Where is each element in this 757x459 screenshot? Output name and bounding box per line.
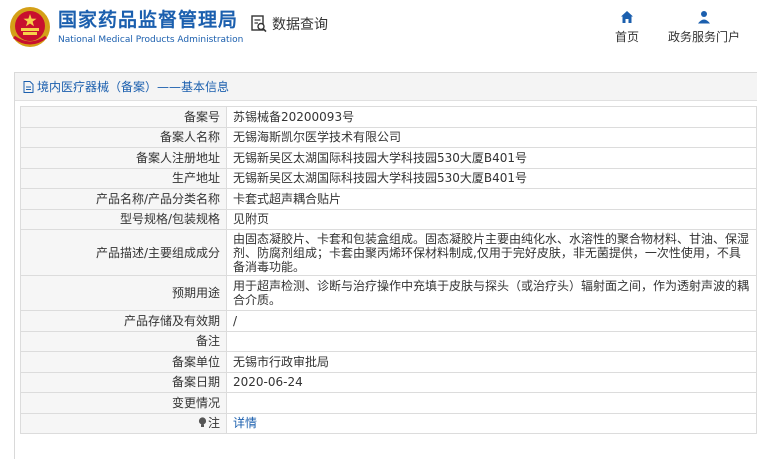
row-label: 备案日期 [20,371,227,393]
table-row: 型号规格/包装规格 见附页 [20,208,757,230]
table-row: 产品存储及有效期 / [20,310,757,332]
nav-service-portal[interactable]: 政务服务门户 [664,10,744,45]
row-label: 型号规格/包装规格 [20,208,227,230]
row-label: 生产地址 [20,167,227,189]
row-value [226,392,757,414]
row-value: 苏锡械备20200093号 [226,106,757,128]
user-icon [698,11,710,24]
row-value: 无锡海斯凯尔医学技术有限公司 [226,126,757,148]
data-query-label: 数据查询 [272,17,328,33]
row-label: 产品存储及有效期 [20,310,227,332]
row-value [226,330,757,352]
row-value: 由固态凝胶片、卡套和包装盒组成。固态凝胶片主要由纯化水、水溶性的聚合物材料、甘油… [226,229,757,276]
table-row: 生产地址 无锡新吴区太湖国际科技园大学科技园530大厦B401号 [20,167,757,189]
brand-title: 国家药品监督管理局 [58,9,239,31]
site-header: 国家药品监督管理局 National Medical Products Admi… [0,0,757,58]
table-row: 备案人名称 无锡海斯凯尔医学技术有限公司 [20,126,757,148]
note-value-cell: 详情 [226,412,757,434]
table-row: 备注 [20,330,757,352]
table-row: 变更情况 [20,392,757,414]
table-row: 产品名称/产品分类名称 卡套式超声耦合贴片 [20,188,757,210]
row-label: 备案人名称 [20,126,227,148]
table-row: 注 详情 [20,412,757,434]
table-row: 备案号 苏锡械备20200093号 [20,106,757,128]
row-label: 备案人注册地址 [20,147,227,169]
row-value: 用于超声检测、诊断与治疗操作中充填于皮肤与探头（或治疗头）辐射面之间，作为透射声… [226,275,757,311]
nav-home[interactable]: 首页 [612,10,642,45]
row-label: 变更情况 [20,392,227,414]
details-link[interactable]: 详情 [233,416,257,430]
table-row: 产品描述/主要组成成分 由固态凝胶片、卡套和包装盒组成。固态凝胶片主要由纯化水、… [20,229,757,276]
table-row: 备案单位 无锡市行政审批局 [20,351,757,373]
nav-service-label: 政务服务门户 [667,30,740,44]
row-value: 无锡市行政审批局 [226,351,757,373]
national-emblem-logo[interactable] [8,5,52,49]
note-label: 注 [207,416,220,431]
table-row: 备案人注册地址 无锡新吴区太湖国际科技园大学科技园530大厦B401号 [20,147,757,169]
nav-home-label: 首页 [614,30,639,44]
row-value: 卡套式超声耦合贴片 [226,188,757,210]
row-label: 产品描述/主要组成成分 [20,229,227,276]
row-label: 备案单位 [20,351,227,373]
row-value: / [226,310,757,332]
document-search-icon [251,15,267,33]
home-icon [621,11,633,23]
row-value: 见附页 [226,208,757,230]
brand[interactable]: 国家药品监督管理局 National Medical Products Admi… [58,8,243,46]
document-icon [23,80,34,93]
brand-subtitle: National Medical Products Administration [58,35,244,45]
row-label: 预期用途 [20,275,227,311]
row-value: 无锡新吴区太湖国际科技园大学科技园530大厦B401号 [226,167,757,189]
breadcrumb-text[interactable]: 境内医疗器械（备案）——基本信息 [37,78,229,95]
note-label-cell: 注 [20,412,227,434]
table-row: 预期用途 用于超声检测、诊断与治疗操作中充填于皮肤与探头（或治疗头）辐射面之间，… [20,275,757,311]
record-table: 备案号 苏锡械备20200093号 备案人名称 无锡海斯凯尔医学技术有限公司 备… [20,106,757,434]
data-query[interactable]: 数据查询 [250,14,328,34]
breadcrumb: 境内医疗器械（备案）——基本信息 [15,73,757,101]
row-value: 无锡新吴区太湖国际科技园大学科技园530大厦B401号 [226,147,757,169]
row-label: 备注 [20,330,227,352]
lightbulb-icon [198,417,207,428]
row-label: 产品名称/产品分类名称 [20,188,227,210]
table-row: 备案日期 2020-06-24 [20,371,757,393]
row-label: 备案号 [20,106,227,128]
row-value: 2020-06-24 [226,371,757,393]
